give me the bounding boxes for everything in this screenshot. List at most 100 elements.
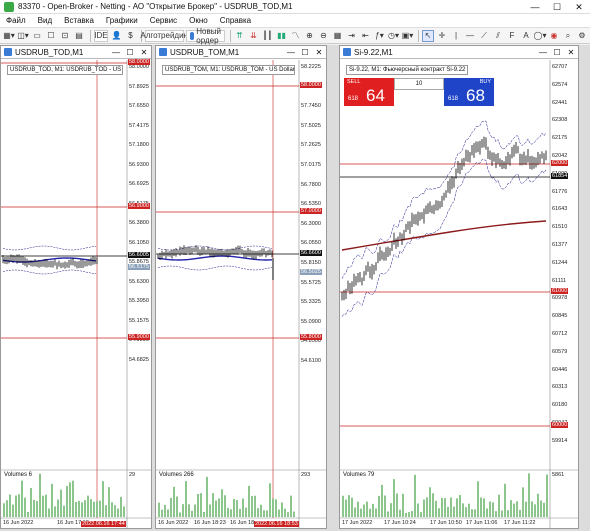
- menu-item-tools[interactable]: Сервис: [144, 16, 183, 25]
- chart-window-usdrub-tom[interactable]: USDRUB_TOM,M1—☐✕58.222557.982557.745057.…: [155, 45, 327, 529]
- close-icon[interactable]: ✕: [564, 48, 578, 57]
- chart-plot-area[interactable]: 6270762574624416230862175620426190961776…: [340, 60, 578, 528]
- close-icon[interactable]: ✕: [137, 48, 151, 57]
- menu-item-window[interactable]: Окно: [183, 16, 214, 25]
- lot-size-input[interactable]: 10: [394, 78, 444, 90]
- maximize-icon[interactable]: ☐: [123, 48, 137, 57]
- menu-item-insert[interactable]: Вставка: [58, 16, 100, 25]
- vertical-line-icon[interactable]: |: [450, 30, 462, 42]
- close-icon[interactable]: ✕: [312, 48, 326, 57]
- chart-window-usdrub-tod[interactable]: USDRUB_TOD,M1 — ☐ ✕ 58.0000 57.8925 57.6550 57.…: [0, 45, 152, 529]
- chart-shift-icon[interactable]: ⇤: [359, 30, 371, 42]
- buy-price-pips: 68: [466, 86, 485, 105]
- time-axis-label: 17 Jun 11:22: [504, 520, 536, 526]
- settings-icon[interactable]: ⚙: [576, 30, 588, 42]
- minimize-icon[interactable]: —: [284, 48, 298, 57]
- maximize-icon[interactable]: ☐: [550, 48, 564, 57]
- crosshair-icon[interactable]: ✛: [436, 30, 448, 42]
- trendline-icon[interactable]: ⟋: [478, 30, 490, 42]
- autoscroll-icon[interactable]: ⇥: [345, 30, 357, 42]
- candles-icon[interactable]: ▮▮: [275, 30, 287, 42]
- search-icon[interactable]: ⌕: [562, 30, 574, 42]
- notifications-icon[interactable]: ◉: [548, 30, 560, 42]
- channel-icon[interactable]: ⫽: [492, 30, 504, 42]
- minimize-icon[interactable]: —: [536, 48, 550, 57]
- indicators-icon[interactable]: ƒ▾: [373, 30, 385, 42]
- chart-window-title: Si-9.22,M1: [354, 47, 393, 57]
- maximize-icon[interactable]: ☐: [298, 48, 312, 57]
- cursor-icon[interactable]: ↖: [422, 29, 434, 42]
- chart-window-controls: — ☐ ✕: [109, 48, 151, 57]
- menu-item-view[interactable]: Вид: [32, 16, 58, 25]
- buy-button[interactable]: BUY 618 68: [444, 78, 494, 106]
- price-tag: 56.9000: [128, 203, 150, 209]
- zoom-in-icon[interactable]: ⊕: [303, 30, 315, 42]
- sell-icon[interactable]: ⇊: [247, 30, 259, 42]
- new-chart-icon[interactable]: ▦▾: [3, 30, 15, 42]
- line-chart-icon[interactable]: 〽: [289, 30, 301, 42]
- algo-trading-button[interactable]: Алготрейдинг: [140, 29, 191, 42]
- menu-item-help[interactable]: Справка: [214, 16, 257, 25]
- minimize-icon[interactable]: —: [524, 0, 546, 14]
- fibo-icon[interactable]: F: [506, 30, 518, 42]
- price-axis-label: 60845: [552, 313, 568, 320]
- chart-plot-area[interactable]: 58.222557.982557.745057.502557.262557.01…: [156, 60, 326, 528]
- shapes-icon[interactable]: ◯▾: [534, 30, 547, 42]
- price-axis-label: 62707: [552, 64, 568, 70]
- price-axis-label: 62042: [552, 153, 568, 159]
- maximize-icon[interactable]: ☐: [546, 0, 568, 14]
- time-axis-label: 16 Jun 2022: [3, 520, 34, 526]
- price-axis-label: 54.6825: [129, 356, 149, 363]
- app-icon: [4, 1, 14, 12]
- chart-plot-area[interactable]: 58.0000 57.8925 57.6550 57.4175 57.1800 56.93…: [1, 59, 151, 528]
- tile-icon[interactable]: ▦: [331, 30, 343, 42]
- price-axis-label: 56.6925: [129, 181, 149, 187]
- chart-canvas: [156, 60, 326, 528]
- ide-button[interactable]: IDE: [93, 29, 109, 42]
- price-axis-label: 55.3325: [301, 299, 321, 306]
- buy-icon[interactable]: ⇈: [233, 30, 245, 42]
- menu-item-charts[interactable]: Графики: [100, 16, 144, 25]
- horizontal-line-icon[interactable]: —: [464, 30, 476, 42]
- price-tag: 57.0000: [300, 208, 322, 214]
- periods-icon[interactable]: ◷▾: [387, 30, 399, 42]
- volume-indicator-label: Volumes 6: [4, 472, 33, 478]
- price-tag: 60000: [551, 422, 569, 428]
- new-order-label: Новый ордер: [196, 26, 221, 45]
- bar-chart-icon[interactable]: ┃┃: [261, 30, 273, 42]
- menu-item-file[interactable]: Файл: [0, 16, 32, 25]
- chart-icon: [159, 48, 167, 56]
- zoom-out-icon[interactable]: ⊖: [317, 30, 329, 42]
- price-axis-label: 61377: [552, 242, 568, 248]
- app-titlebar: 83370 - Open-Broker - Netting - АО "Откр…: [0, 0, 590, 14]
- terminal-icon[interactable]: $: [124, 30, 136, 42]
- strategy-tester-icon[interactable]: ▤: [73, 30, 85, 42]
- data-window-icon[interactable]: ⊡: [59, 30, 71, 42]
- minimize-icon[interactable]: —: [109, 48, 123, 57]
- account-icon[interactable]: 👤: [110, 30, 122, 42]
- close-icon[interactable]: ✕: [568, 0, 590, 14]
- price-axis-label: 60978: [552, 295, 568, 302]
- price-axis-label: 56.3800: [129, 220, 149, 226]
- price-axis-label: 57.5025: [301, 122, 321, 129]
- time-marker-tag: 2022.06.16 18:53: [254, 521, 299, 527]
- lot-size-group: 10: [394, 78, 444, 106]
- market-watch-icon[interactable]: ▭: [31, 30, 43, 42]
- volume-indicator-label: Volumes 266: [159, 472, 194, 478]
- price-axis-label: 57.1800: [129, 142, 149, 148]
- price-tag: 56.6600: [300, 250, 322, 256]
- price-tag: 62000: [551, 160, 569, 166]
- profiles-icon[interactable]: ◫▾: [17, 30, 29, 42]
- text-icon[interactable]: A: [520, 30, 532, 42]
- price-axis-label: 55.3950: [129, 298, 149, 304]
- price-axis-label: 57.0175: [301, 162, 321, 168]
- price-axis-label: 57.7450: [301, 103, 321, 110]
- volume-indicator-label: Volumes 79: [343, 472, 375, 478]
- navigator-icon[interactable]: ☐: [45, 30, 57, 42]
- price-axis-label: 57.2625: [301, 142, 321, 149]
- sell-button[interactable]: SELL 618 64: [344, 78, 394, 106]
- chart-window-si-9-22[interactable]: Si-9.22,M1 — ☐ ✕ 62707 62574 62441 62308 62175 62…: [339, 45, 579, 529]
- templates-icon[interactable]: ▣▾: [401, 30, 414, 42]
- time-axis-label: 17 Jun 10:24: [384, 520, 416, 526]
- new-order-button[interactable]: Новый ордер: [186, 26, 225, 45]
